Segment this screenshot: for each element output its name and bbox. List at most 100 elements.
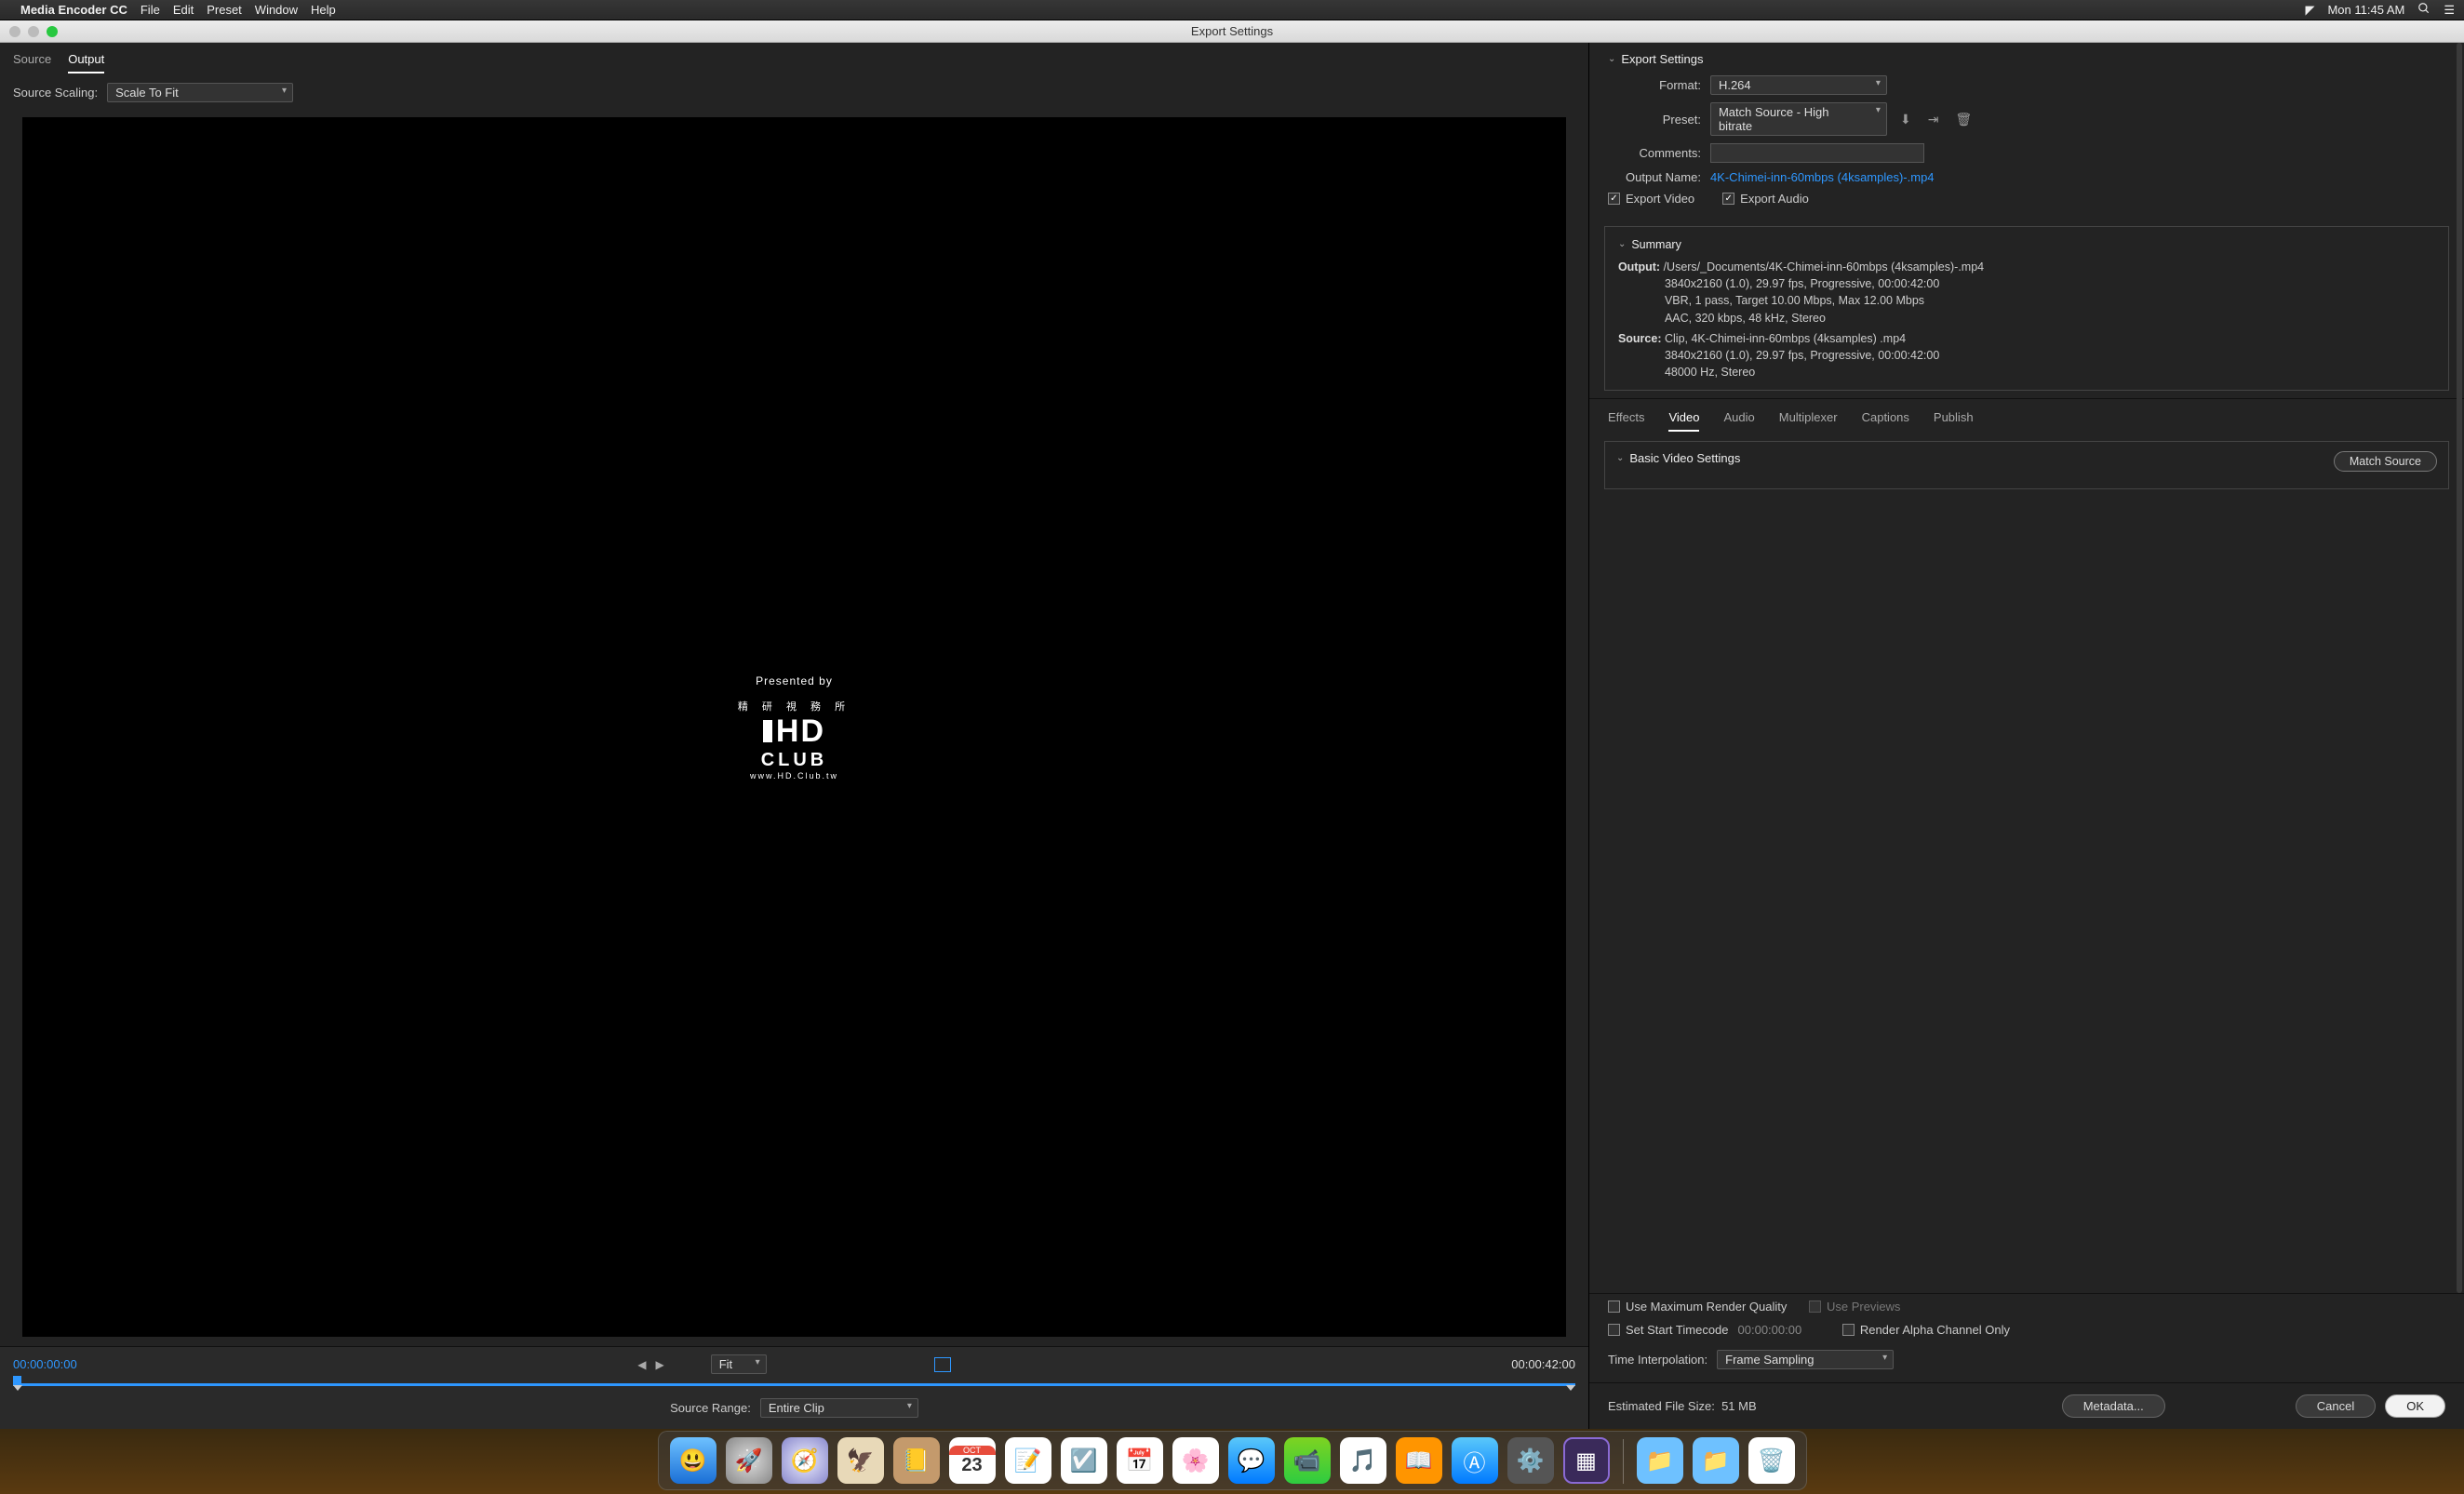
current-timecode[interactable]: 00:00:00:00 bbox=[13, 1357, 77, 1371]
output-name-link[interactable]: 4K-Chimei-inn-60mbps (4ksamples)-.mp4 bbox=[1710, 170, 1935, 184]
clock[interactable]: Mon 11:45 AM bbox=[2327, 3, 2404, 17]
chevron-down-icon: ⌄ bbox=[1618, 238, 1626, 252]
downloads-folder-icon[interactable]: 📁 bbox=[1693, 1437, 1739, 1484]
menu-edit[interactable]: Edit bbox=[173, 3, 194, 17]
menu-list-icon[interactable]: ☰ bbox=[2444, 3, 2455, 18]
settings-pane: ⌄Export Settings Format: H.264 Preset: M… bbox=[1589, 43, 2464, 1429]
itunes-icon[interactable]: 🎵 bbox=[1340, 1437, 1386, 1484]
photos-icon[interactable]: 🌸 bbox=[1172, 1437, 1219, 1484]
calendar-icon[interactable]: OCT23 bbox=[949, 1437, 996, 1484]
safari-icon[interactable]: 🧭 bbox=[782, 1437, 828, 1484]
estimated-file-size: Estimated File Size: 51 MB bbox=[1608, 1399, 2053, 1413]
window-titlebar: Export Settings bbox=[0, 20, 2464, 43]
preview-cjk: 精 研 視 務 所 bbox=[738, 699, 850, 714]
ok-button[interactable]: OK bbox=[2385, 1394, 2445, 1418]
bvs-header[interactable]: ⌄Basic Video Settings bbox=[1616, 451, 1740, 465]
preview-presented-by: Presented by bbox=[756, 674, 833, 687]
photos-grid-icon[interactable]: 📅 bbox=[1117, 1437, 1163, 1484]
preview-url: www.HD.Club.tw bbox=[750, 771, 838, 780]
chevron-down-icon: ⌄ bbox=[1608, 54, 1615, 64]
use-previews-checkbox: Use Previews bbox=[1809, 1300, 1900, 1314]
preset-dropdown[interactable]: Match Source - High bitrate bbox=[1710, 102, 1887, 136]
source-scaling-label: Source Scaling: bbox=[13, 86, 98, 100]
set-start-timecode-checkbox[interactable]: Set Start Timecode00:00:00:00 bbox=[1608, 1323, 1801, 1337]
launchpad-icon[interactable]: 🚀 bbox=[726, 1437, 772, 1484]
start-timecode-value: 00:00:00:00 bbox=[1738, 1323, 1802, 1337]
tab-audio[interactable]: Audio bbox=[1723, 410, 1754, 432]
messages-icon[interactable]: 💬 bbox=[1228, 1437, 1275, 1484]
import-preset-icon[interactable]: ⇥ bbox=[1924, 112, 1943, 127]
finder-icon[interactable]: 😃 bbox=[670, 1437, 716, 1484]
menu-preset[interactable]: Preset bbox=[207, 3, 242, 17]
summary-header[interactable]: ⌄Summary bbox=[1618, 236, 2435, 253]
chevron-down-icon: ⌄ bbox=[1616, 453, 1624, 463]
notes-icon[interactable]: 📝 bbox=[1005, 1437, 1051, 1484]
trash-icon[interactable]: 🗑️ bbox=[1748, 1437, 1795, 1484]
preview-club: CLUB bbox=[761, 750, 828, 771]
tab-video[interactable]: Video bbox=[1668, 410, 1699, 432]
applications-folder-icon[interactable]: 📁 bbox=[1637, 1437, 1683, 1484]
dock: 😃 🚀 🧭 🦅 📒 OCT23 📝 ☑️ 📅 🌸 💬 📹 🎵 📖 Ⓐ ⚙️ ▦ … bbox=[658, 1431, 1807, 1490]
comments-input[interactable] bbox=[1710, 143, 1924, 163]
output-name-label: Output Name: bbox=[1608, 170, 1701, 184]
out-point[interactable] bbox=[1566, 1385, 1575, 1391]
zoom-dropdown[interactable]: Fit bbox=[711, 1354, 767, 1374]
preset-label: Preset: bbox=[1608, 113, 1701, 127]
source-range-dropdown[interactable]: Entire Clip bbox=[760, 1398, 918, 1418]
max-render-quality-checkbox[interactable]: Use Maximum Render Quality bbox=[1608, 1300, 1787, 1314]
in-point[interactable] bbox=[13, 1385, 22, 1391]
menu-file[interactable]: File bbox=[141, 3, 160, 17]
tab-publish[interactable]: Publish bbox=[1934, 410, 1974, 432]
window-title: Export Settings bbox=[0, 24, 2464, 38]
menu-window[interactable]: Window bbox=[255, 3, 298, 17]
video-preview: Presented by 精 研 視 務 所 HD CLUB www.HD.Cl… bbox=[22, 117, 1566, 1337]
match-source-button[interactable]: Match Source bbox=[2334, 451, 2437, 472]
contacts-icon[interactable]: 📒 bbox=[893, 1437, 940, 1484]
step-back-button[interactable]: ◀ bbox=[637, 1358, 646, 1371]
export-audio-checkbox[interactable]: Export Audio bbox=[1722, 192, 1809, 206]
time-interp-dropdown[interactable]: Frame Sampling bbox=[1717, 1350, 1894, 1369]
preview-hd-logo: HD bbox=[763, 714, 825, 750]
delete-preset-icon[interactable]: 🗑 bbox=[1951, 112, 1975, 127]
format-dropdown[interactable]: H.264 bbox=[1710, 75, 1887, 95]
facetime-icon[interactable]: 📹 bbox=[1284, 1437, 1331, 1484]
export-settings-header[interactable]: ⌄Export Settings bbox=[1608, 52, 2445, 66]
safe-margins-icon[interactable] bbox=[934, 1357, 951, 1372]
mac-menubar: Media Encoder CC File Edit Preset Window… bbox=[0, 0, 2464, 20]
mail-icon[interactable]: 🦅 bbox=[837, 1437, 884, 1484]
export-video-checkbox[interactable]: Export Video bbox=[1608, 192, 1694, 206]
menu-help[interactable]: Help bbox=[311, 3, 336, 17]
timeline[interactable] bbox=[13, 1380, 1575, 1389]
dock-separator bbox=[1623, 1439, 1624, 1484]
tab-effects[interactable]: Effects bbox=[1608, 410, 1645, 432]
source-range-label: Source Range: bbox=[670, 1401, 751, 1415]
appstore-icon[interactable]: Ⓐ bbox=[1452, 1437, 1498, 1484]
scrollbar[interactable] bbox=[2457, 43, 2462, 1293]
media-encoder-icon[interactable]: ▦ bbox=[1563, 1437, 1610, 1484]
notification-icon[interactable]: ◤ bbox=[2305, 3, 2314, 18]
step-fwd-button[interactable]: ▶ bbox=[655, 1358, 663, 1371]
summary-box: ⌄Summary Output: /Users/_Documents/4K-Ch… bbox=[1604, 226, 2449, 391]
tab-source[interactable]: Source bbox=[13, 52, 51, 73]
tab-output[interactable]: Output bbox=[68, 52, 104, 73]
ibooks-icon[interactable]: 📖 bbox=[1396, 1437, 1442, 1484]
source-scaling-dropdown[interactable]: Scale To Fit bbox=[107, 83, 293, 102]
tab-multiplexer[interactable]: Multiplexer bbox=[1779, 410, 1838, 432]
reminders-icon[interactable]: ☑️ bbox=[1061, 1437, 1107, 1484]
metadata-button[interactable]: Metadata... bbox=[2062, 1394, 2165, 1418]
duration-timecode: 00:00:42:00 bbox=[1511, 1357, 1575, 1371]
render-alpha-checkbox[interactable]: Render Alpha Channel Only bbox=[1842, 1323, 2010, 1337]
spotlight-icon[interactable] bbox=[2417, 2, 2431, 18]
app-name[interactable]: Media Encoder CC bbox=[20, 3, 127, 17]
comments-label: Comments: bbox=[1608, 146, 1701, 160]
transport-bar: 00:00:00:00 ◀ ▶ Fit 00:00:42:00 Source bbox=[0, 1346, 1588, 1429]
format-label: Format: bbox=[1608, 78, 1701, 92]
desktop-background: 😃 🚀 🧭 🦅 📒 OCT23 📝 ☑️ 📅 🌸 💬 📹 🎵 📖 Ⓐ ⚙️ ▦ … bbox=[0, 1429, 2464, 1494]
settings-icon[interactable]: ⚙️ bbox=[1507, 1437, 1554, 1484]
time-interp-label: Time Interpolation: bbox=[1608, 1353, 1707, 1367]
save-preset-icon[interactable]: ⬇ bbox=[1896, 112, 1915, 127]
preview-pane: Source Output Source Scaling: Scale To F… bbox=[0, 43, 1589, 1429]
basic-video-settings: ⌄Basic Video Settings Match Source bbox=[1604, 441, 2449, 489]
tab-captions[interactable]: Captions bbox=[1862, 410, 1909, 432]
cancel-button[interactable]: Cancel bbox=[2296, 1394, 2376, 1418]
